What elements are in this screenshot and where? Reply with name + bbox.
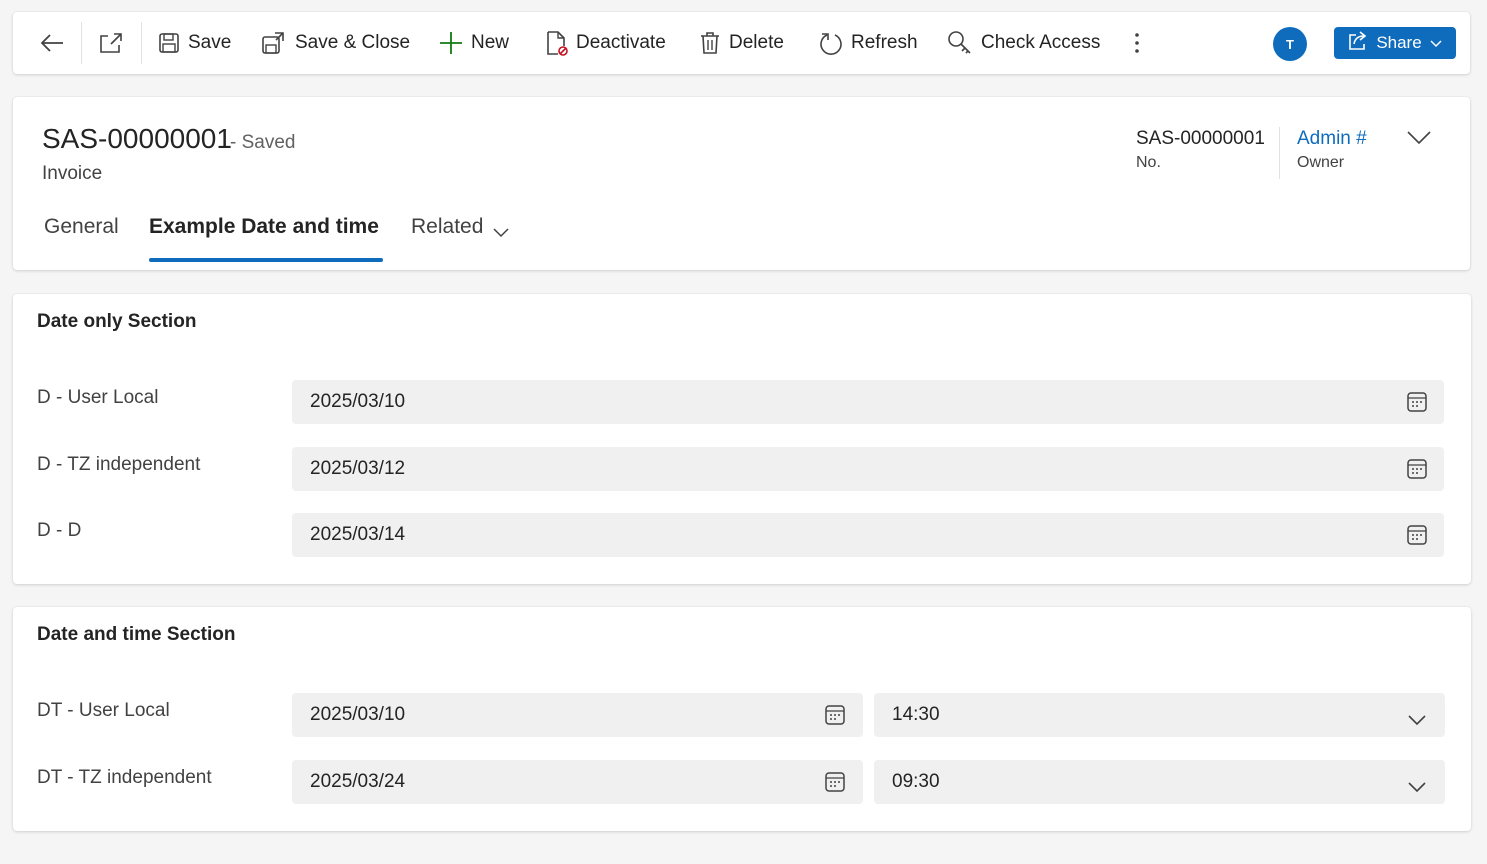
record-title: SAS-00000001	[42, 123, 232, 154]
date-value: 2025/03/14	[310, 524, 406, 545]
calendar-icon[interactable]	[824, 771, 846, 799]
time-value: 14:30	[892, 704, 940, 725]
expand-header-button[interactable]	[1407, 131, 1431, 150]
date-input[interactable]: 2025/03/14	[292, 513, 1444, 557]
section-title: Date and time Section	[37, 624, 236, 645]
divider	[141, 22, 142, 64]
calendar-icon[interactable]	[1406, 391, 1428, 419]
new-button[interactable]: New	[439, 12, 509, 74]
tab-general[interactable]: General	[44, 215, 119, 255]
back-button[interactable]	[39, 12, 65, 74]
date-and-time-section: Date and time Section DT - User Local 20…	[13, 607, 1471, 831]
field-label: D - D	[37, 520, 82, 541]
chevron-down-icon	[1408, 710, 1426, 732]
field-label: DT - User Local	[37, 700, 170, 721]
deactivate-document-icon	[544, 30, 568, 56]
deactivate-button[interactable]: Deactivate	[544, 12, 666, 74]
owner-label: Owner	[1297, 154, 1345, 171]
share-button[interactable]: Share	[1334, 27, 1456, 59]
tab-label: Example Date and time	[149, 215, 379, 238]
active-tab-indicator	[149, 258, 383, 262]
date-input[interactable]: 2025/03/10	[292, 693, 863, 737]
header-number-label: No.	[1136, 154, 1161, 171]
key-search-icon	[947, 30, 973, 56]
date-value: 2025/03/10	[310, 391, 406, 412]
chevron-down-icon	[1408, 777, 1426, 799]
field-label: D - User Local	[37, 387, 159, 408]
field-label: DT - TZ independent	[37, 767, 212, 788]
avatar[interactable]: T	[1273, 27, 1307, 61]
save-icon	[158, 32, 180, 54]
more-commands-button[interactable]	[1133, 12, 1141, 74]
save-button[interactable]: Save	[158, 12, 231, 74]
deactivate-label: Deactivate	[576, 32, 666, 53]
date-value: 2025/03/24	[310, 771, 406, 792]
record-status: - Saved	[230, 132, 296, 153]
chevron-down-icon	[1430, 33, 1442, 53]
more-vertical-icon	[1133, 31, 1141, 55]
avatar-initial: T	[1286, 36, 1294, 52]
date-value: 2025/03/12	[310, 458, 406, 479]
refresh-icon	[819, 31, 843, 55]
time-select[interactable]: 09:30	[874, 760, 1445, 804]
check-access-button[interactable]: Check Access	[947, 12, 1100, 74]
save-and-close-button[interactable]: Save & Close	[261, 12, 410, 74]
tab-related[interactable]: Related	[411, 215, 509, 255]
header-number-value: SAS-00000001	[1136, 128, 1265, 149]
delete-label: Delete	[729, 32, 784, 53]
calendar-icon[interactable]	[1406, 458, 1428, 486]
save-close-label: Save & Close	[295, 32, 411, 53]
divider	[81, 22, 82, 64]
tab-example-date-and-time[interactable]: Example Date and time	[149, 215, 379, 255]
command-bar: Save Save & Close New Deactivate Delete …	[13, 12, 1470, 74]
owner-link[interactable]: Admin #	[1297, 128, 1367, 150]
calendar-icon[interactable]	[824, 704, 846, 732]
date-value: 2025/03/10	[310, 704, 406, 725]
delete-button[interactable]: Delete	[699, 12, 784, 74]
date-input[interactable]: 2025/03/24	[292, 760, 863, 804]
open-in-new-window-icon	[99, 32, 123, 54]
divider	[1279, 127, 1280, 179]
share-icon	[1348, 30, 1368, 56]
open-in-new-window-button[interactable]	[99, 12, 123, 74]
date-input[interactable]: 2025/03/10	[292, 380, 1444, 424]
time-select[interactable]: 14:30	[874, 693, 1445, 737]
check-access-label: Check Access	[981, 32, 1101, 53]
new-label: New	[471, 32, 510, 53]
refresh-label: Refresh	[851, 32, 918, 53]
save-label: Save	[188, 32, 232, 53]
save-close-icon	[261, 31, 287, 55]
date-only-section: Date only Section D - User Local 2025/03…	[13, 294, 1471, 584]
arrow-left-icon	[39, 31, 65, 55]
chevron-down-icon	[1407, 131, 1431, 149]
calendar-icon[interactable]	[1406, 524, 1428, 552]
chevron-down-icon	[493, 220, 509, 244]
section-title: Date only Section	[37, 311, 197, 332]
share-label: Share	[1376, 33, 1422, 52]
refresh-button[interactable]: Refresh	[819, 12, 918, 74]
date-input[interactable]: 2025/03/12	[292, 447, 1444, 491]
tab-label: General	[44, 215, 119, 238]
entity-name: Invoice	[42, 163, 103, 184]
field-label: D - TZ independent	[37, 454, 201, 475]
form-header: SAS-00000001 - Saved Invoice SAS-0000000…	[13, 97, 1470, 270]
time-value: 09:30	[892, 771, 940, 792]
trash-icon	[699, 31, 721, 55]
plus-icon	[439, 31, 463, 55]
tab-label: Related	[411, 215, 484, 238]
